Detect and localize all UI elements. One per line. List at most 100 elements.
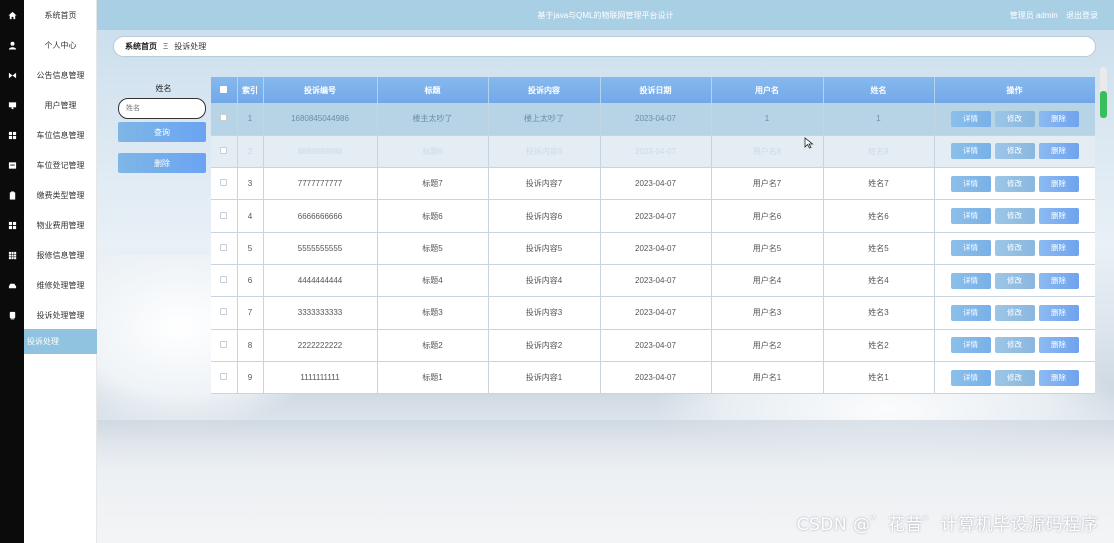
row-name: 姓名2	[823, 329, 935, 362]
scrollbar-thumb[interactable]	[1100, 91, 1107, 118]
table-row: 6 4444444444 标题4 投诉内容4 2023-04-07 用户名4 姓名4 详情 修改…	[211, 264, 1095, 298]
row-checkbox[interactable]	[220, 308, 228, 316]
grid-icon[interactable]	[0, 210, 24, 240]
column-header[interactable]: 姓名	[823, 77, 935, 103]
breadcrumb-home[interactable]: 系统首页	[125, 41, 157, 52]
select-all-checkbox[interactable]	[220, 85, 228, 93]
sidebar-item-property-fee[interactable]: 物业费用管理	[24, 210, 97, 240]
sidebar-item-repair-handle[interactable]: 维修处理管理	[24, 270, 97, 300]
delete-button[interactable]: 删除	[1038, 208, 1079, 225]
column-header[interactable]: 投诉日期	[600, 77, 712, 103]
clipboard-icon[interactable]	[0, 180, 24, 210]
detail-button[interactable]: 详情	[950, 110, 991, 127]
row-checkbox[interactable]	[220, 211, 228, 219]
complaint-title: 标题1	[377, 361, 489, 394]
row-name: 姓名3	[823, 296, 935, 330]
delete-button[interactable]: 删除	[1038, 110, 1079, 127]
row-checkbox[interactable]	[220, 340, 228, 348]
column-header[interactable]: 索引	[237, 77, 264, 103]
row-index: 1	[237, 103, 264, 136]
complaint-code: 3333333333	[263, 296, 378, 330]
row-actions: 详情 修改 删除	[934, 361, 1095, 394]
row-checkbox[interactable]	[220, 146, 228, 154]
row-checkbox[interactable]	[220, 179, 228, 187]
row-actions: 详情 修改 删除	[934, 264, 1095, 298]
monitor-icon[interactable]	[0, 90, 24, 120]
notice-icon[interactable]	[0, 60, 24, 90]
user-icon[interactable]	[0, 30, 24, 60]
delete-button[interactable]: 删除	[1038, 337, 1079, 354]
logout-link[interactable]: 退出登录	[1066, 11, 1098, 20]
edit-button[interactable]: 修改	[994, 337, 1035, 354]
sidebar-item-profile[interactable]: 个人中心	[24, 30, 97, 60]
row-name: 姓名8	[823, 135, 935, 169]
name-search-input[interactable]	[118, 98, 206, 119]
detail-button[interactable]: 详情	[950, 369, 991, 386]
edit-button[interactable]: 修改	[994, 143, 1035, 160]
scrollbar[interactable]	[1100, 67, 1107, 118]
table-header-row: 索引 投诉编号 标题 投诉内容 投诉日期 用户名 姓名 操作	[211, 77, 1095, 103]
edit-button[interactable]: 修改	[994, 369, 1035, 386]
column-header[interactable]: 用户名	[711, 77, 824, 103]
sidebar-item-home[interactable]: 系统首页	[24, 0, 97, 30]
row-username: 用户名7	[711, 167, 824, 201]
complaint-code: 6666666666	[263, 199, 378, 233]
column-header[interactable]: 投诉内容	[488, 77, 601, 103]
detail-button[interactable]: 详情	[950, 240, 991, 257]
detail-button[interactable]: 详情	[950, 272, 991, 289]
table-row: 1 1680845044986 楼主太吵了 楼上太吵了 2023-04-07 1 1 详情 修改…	[211, 103, 1095, 136]
detail-button[interactable]: 详情	[950, 143, 991, 160]
edit-button[interactable]: 修改	[994, 240, 1035, 257]
edit-button[interactable]: 修改	[994, 208, 1035, 225]
delete-button[interactable]: 删除	[1038, 240, 1079, 257]
batch-delete-button[interactable]: 删除	[118, 153, 206, 173]
column-header[interactable]: 投诉编号	[263, 77, 378, 103]
register-icon[interactable]	[0, 150, 24, 180]
detail-button[interactable]: 详情	[950, 337, 991, 354]
row-index: 3	[237, 167, 264, 201]
delete-button[interactable]: 删除	[1038, 369, 1079, 386]
watermark: CSDN @゛花昔゛计算机毕设源码程序	[796, 515, 1098, 535]
sidebar-item-parking-info[interactable]: 车位信息管理	[24, 120, 97, 150]
row-actions: 详情 修改 删除	[934, 296, 1095, 330]
car-icon[interactable]	[0, 270, 24, 300]
delete-button[interactable]: 删除	[1038, 304, 1079, 321]
sidebar-item-fee-type[interactable]: 缴费类型管理	[24, 180, 97, 210]
row-select-cell	[211, 361, 238, 394]
edit-button[interactable]: 修改	[994, 304, 1035, 321]
complaint-title: 标题5	[377, 232, 489, 265]
row-checkbox[interactable]	[220, 114, 228, 122]
column-header[interactable]: 标题	[377, 77, 489, 103]
sidebar-item-notice[interactable]: 公告信息管理	[24, 60, 97, 90]
table-row: 5 5555555555 标题5 投诉内容5 2023-04-07 用户名5 姓名5 详情 修改…	[211, 232, 1095, 265]
delete-button[interactable]: 删除	[1038, 175, 1079, 192]
row-index: 5	[237, 232, 264, 265]
edit-button[interactable]: 修改	[994, 110, 1035, 127]
edit-button[interactable]: 修改	[994, 175, 1035, 192]
sidebar-subitem-complaint-handle[interactable]: 投诉处理	[24, 329, 97, 354]
phone-icon[interactable]	[0, 300, 24, 330]
detail-button[interactable]: 详情	[950, 208, 991, 225]
row-checkbox[interactable]	[220, 276, 228, 284]
grid-icon[interactable]	[0, 120, 24, 150]
table-icon[interactable]	[0, 240, 24, 270]
edit-button[interactable]: 修改	[994, 272, 1035, 289]
home-icon[interactable]	[0, 0, 24, 30]
detail-button[interactable]: 详情	[950, 175, 991, 192]
detail-button[interactable]: 详情	[950, 304, 991, 321]
delete-button[interactable]: 删除	[1038, 143, 1079, 160]
row-checkbox[interactable]	[220, 373, 228, 381]
sidebar-item-users[interactable]: 用户管理	[24, 90, 97, 120]
query-button[interactable]: 查询	[118, 122, 206, 142]
sidebar-item-parking-register[interactable]: 车位登记管理	[24, 150, 97, 180]
delete-button[interactable]: 删除	[1038, 272, 1079, 289]
row-checkbox[interactable]	[220, 243, 228, 251]
table-row: 7 3333333333 标题3 投诉内容3 2023-04-07 用户名3 姓名3 详情 修改…	[211, 296, 1095, 330]
sidebar-item-repair-info[interactable]: 报修信息管理	[24, 240, 97, 270]
row-name: 姓名5	[823, 232, 935, 265]
app-title: 基于java与QML的物联网管理平台设计	[537, 11, 674, 20]
sidebar-item-complaint-manage[interactable]: 投诉处理管理	[24, 300, 97, 330]
row-username: 用户名3	[711, 296, 824, 330]
complaint-code: 4444444444	[263, 264, 378, 298]
user-area: 管理员 admin 退出登录	[1004, 10, 1098, 21]
